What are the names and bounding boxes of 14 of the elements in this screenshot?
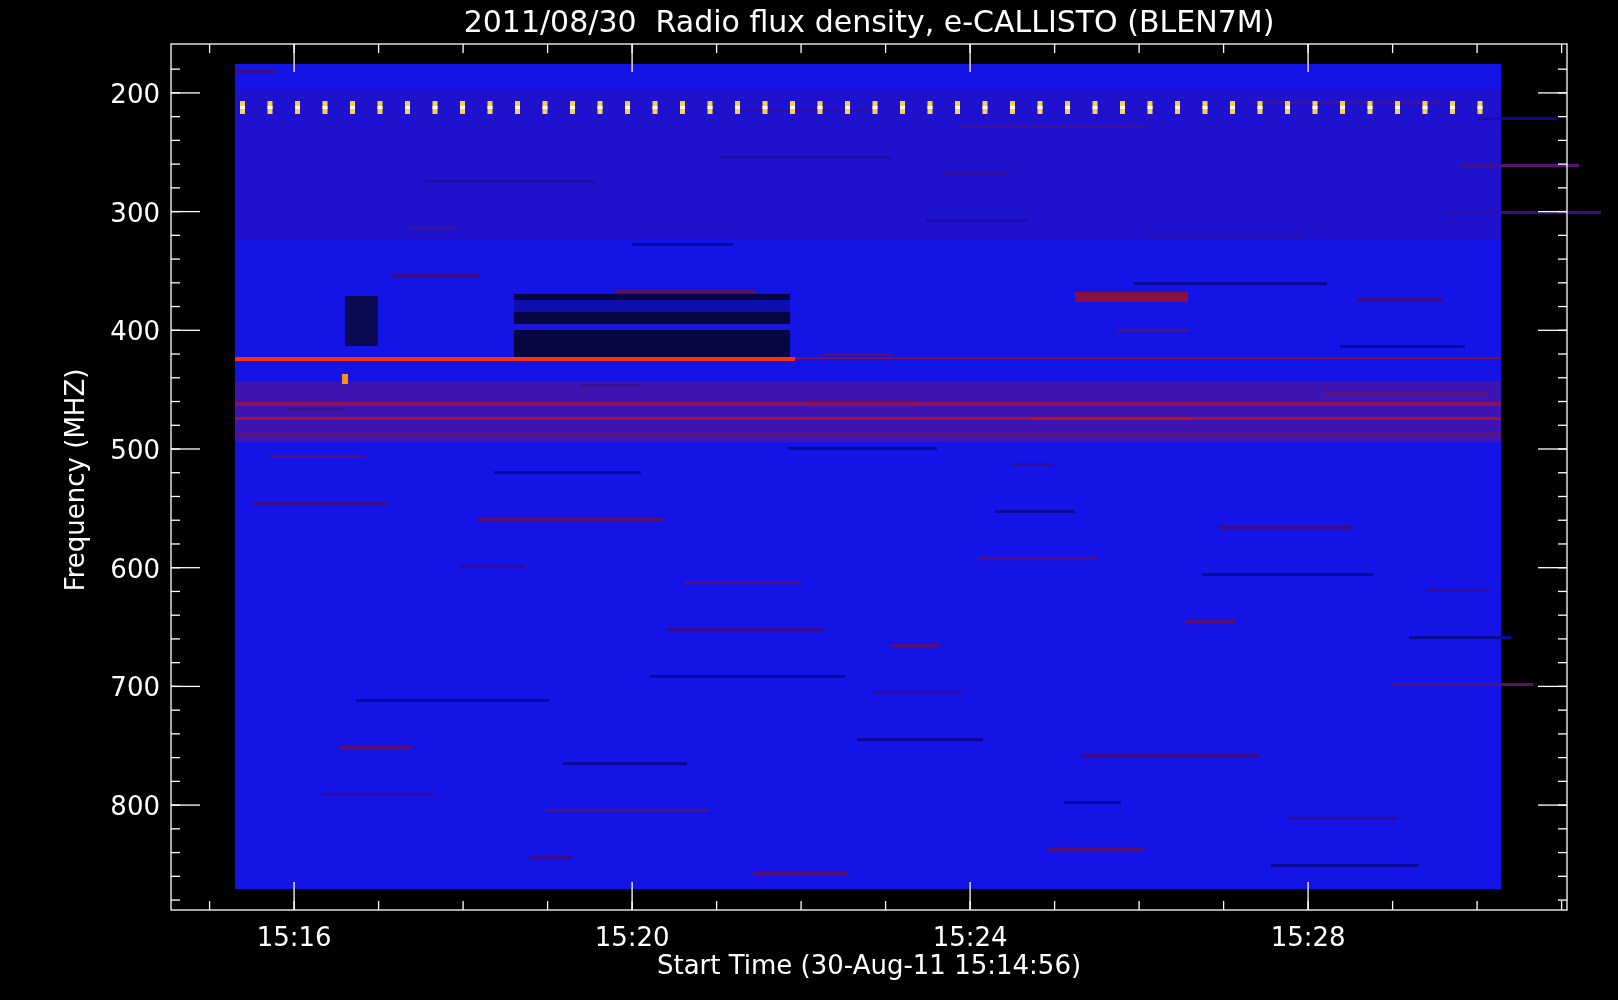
x-tick-label: 15:24 — [932, 922, 1008, 952]
y-tick-label: 400 — [110, 316, 160, 347]
y-tick-label: 500 — [110, 435, 160, 465]
x-tick-label: 15:16 — [256, 922, 332, 952]
y-tick-label: 700 — [110, 672, 160, 703]
y-axis-label: Frequency (MHZ) — [60, 368, 90, 592]
chart-title: 2011/08/30 Radio flux density, e-CALLISTO (BLEN7M) — [463, 4, 1275, 39]
y-tick-label: 600 — [110, 553, 160, 584]
y-tick-label: 800 — [110, 791, 160, 822]
x-tick-label: 15:28 — [1270, 922, 1346, 952]
y-tick-label: 300 — [110, 197, 160, 228]
x-tick-label: 15:20 — [594, 922, 670, 952]
x-axis-label: Start Time (30-Aug-11 15:14:56) — [656, 950, 1082, 980]
y-tick-label: 200 — [110, 78, 160, 109]
